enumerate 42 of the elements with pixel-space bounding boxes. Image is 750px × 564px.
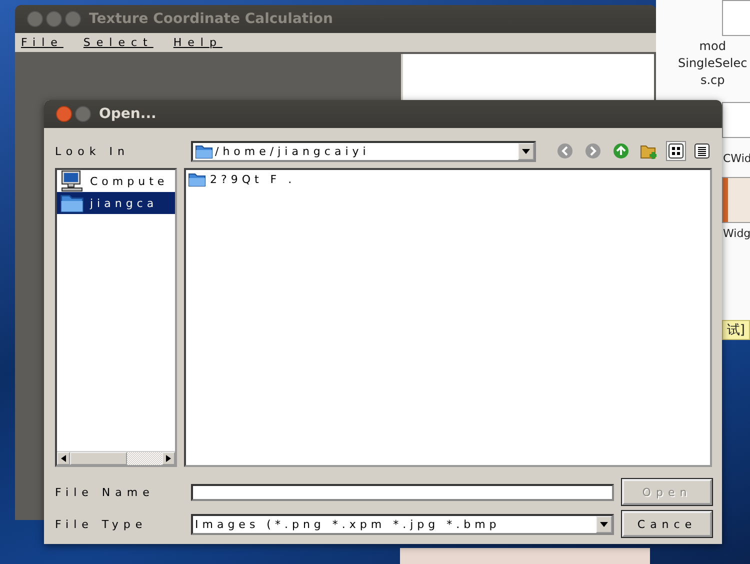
close-icon[interactable] (27, 11, 43, 27)
desktop-icon-label[interactable]: Widg (723, 225, 750, 242)
desktop-icon-label[interactable]: CWid (723, 150, 750, 167)
sidebar-item[interactable]: jiangca (57, 192, 175, 214)
sidebar-item-label: Compute (90, 174, 168, 188)
desktop-icon-label[interactable]: s.cp (700, 72, 725, 89)
menu-item[interactable]: Select (83, 36, 154, 49)
sidebar-item-label: jiangca (90, 196, 158, 210)
folder-icon (188, 172, 206, 187)
scroll-left-icon[interactable] (61, 455, 66, 462)
maximize-icon[interactable] (65, 11, 81, 27)
document-thumbnail-icon[interactable] (722, 177, 750, 223)
folder-name[interactable]: 2?9Qt F . (210, 173, 296, 186)
file-type-label: File Type (55, 518, 148, 530)
dropdown-caret-icon (522, 148, 530, 154)
up-arrow-icon[interactable] (613, 143, 629, 159)
horizontal-scrollbar[interactable] (57, 451, 175, 465)
tooltip-label: 试] (722, 320, 750, 340)
file-type-dropdown[interactable]: Images (*.png *.xpm *.jpg *.bmp (191, 514, 614, 534)
folder-icon (195, 144, 213, 158)
menu-item[interactable]: Help (173, 36, 222, 49)
document-thumbnail-icon[interactable] (722, 102, 750, 138)
detail-view-button[interactable] (692, 141, 712, 161)
menu-item[interactable]: File (21, 36, 64, 49)
document-thumbnail-icon[interactable] (722, 0, 750, 36)
folder-icon (60, 193, 84, 213)
look-in-dropdown[interactable]: /home/jiangcaiyi (191, 140, 536, 162)
cancel-button[interactable]: Cance (622, 511, 712, 537)
close-icon[interactable] (56, 106, 72, 122)
scroll-right-icon[interactable] (166, 455, 171, 462)
file-name-field[interactable] (191, 484, 614, 500)
file-name-label: File Name (55, 486, 156, 498)
minimize-icon[interactable] (46, 11, 62, 27)
window-title: Texture Coordinate Calculation (89, 11, 333, 27)
desktop-icon-label[interactable]: mod (699, 38, 726, 55)
icon-view-button[interactable] (666, 141, 686, 161)
look-in-label: Look In (55, 144, 130, 158)
computer-icon (60, 170, 84, 192)
maximize-icon[interactable] (75, 106, 91, 122)
dialog-title: Open... (99, 106, 156, 122)
sidebar-item[interactable]: Compute (57, 170, 175, 192)
desktop-icon-label[interactable]: SingleSelec (678, 55, 748, 72)
